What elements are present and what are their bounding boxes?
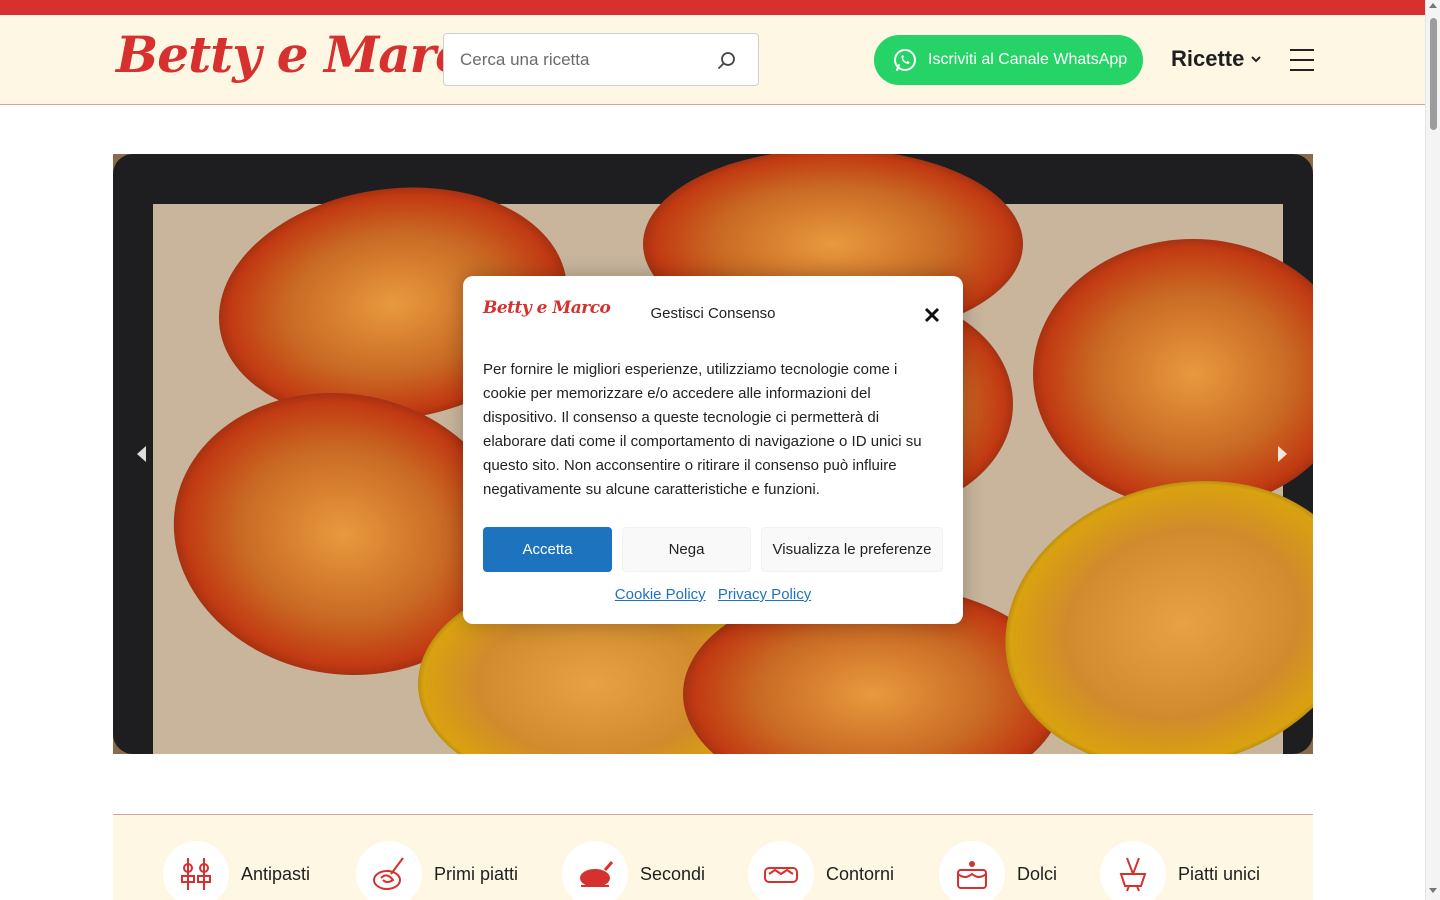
category-label: Dolci (1017, 863, 1058, 884)
roast-chicken-icon (562, 841, 628, 900)
category-piatti-unici[interactable]: Piatti unici (1100, 841, 1260, 900)
site-logo[interactable]: Betty e Marco (116, 25, 498, 84)
cookie-consent-dialog: Betty e Marco Gestisci Consenso Per forn… (463, 276, 963, 624)
consent-policy-links: Cookie Policy Privacy Policy (463, 586, 963, 603)
category-label: Piatti unici (1178, 863, 1261, 884)
whatsapp-button-label: Iscriviti al Canale WhatsApp (928, 51, 1128, 68)
whatsapp-icon (894, 49, 916, 71)
category-label: Antipasti (241, 863, 311, 884)
slider-next-arrow[interactable] (1278, 446, 1287, 462)
scrollbar-thumb[interactable] (1430, 18, 1437, 130)
consent-body-text: Per fornire le migliori esperienze, util… (483, 361, 922, 498)
search-input[interactable] (460, 48, 710, 72)
category-label: Primi piatti (434, 863, 519, 884)
view-preferences-button[interactable]: Visualizza le preferenze (761, 527, 943, 572)
deny-button[interactable]: Nega (622, 527, 751, 572)
top-accent-strip (0, 0, 1425, 15)
consent-title: Gestisci Consenso (650, 305, 776, 322)
close-icon[interactable] (923, 306, 941, 324)
skewers-icon (163, 841, 229, 900)
privacy-policy-link[interactable]: Privacy Policy (718, 586, 811, 603)
site-header: Betty e Marco Iscriviti al Canale WhatsA… (0, 15, 1425, 105)
search-icon[interactable] (716, 50, 738, 72)
scroll-down-arrow-icon[interactable] (1429, 888, 1437, 893)
recipes-menu-label: Ricette (1171, 46, 1245, 71)
category-dolci[interactable]: Dolci (939, 841, 1057, 900)
pasta-icon (356, 841, 422, 900)
cookie-policy-link[interactable]: Cookie Policy (615, 586, 706, 603)
page-scrollbar[interactable] (1425, 0, 1440, 900)
category-secondi[interactable]: Secondi (562, 841, 705, 900)
recipes-menu[interactable]: Ricette (1171, 46, 1262, 72)
category-contorni[interactable]: Contorni (748, 841, 894, 900)
fondue-icon (1100, 841, 1166, 900)
category-label: Contorni (826, 863, 895, 884)
category-bar: Antipasti Primi piatti Secondi Contorni … (113, 814, 1313, 900)
scroll-up-arrow-icon[interactable] (1429, 3, 1437, 8)
search-box (443, 33, 759, 86)
slider-prev-arrow[interactable] (137, 446, 146, 462)
category-primi-piatti[interactable]: Primi piatti (356, 841, 518, 900)
category-label: Secondi (640, 863, 706, 884)
whatsapp-channel-button[interactable]: Iscriviti al Canale WhatsApp (874, 35, 1143, 85)
cake-icon (939, 841, 1005, 900)
accept-button[interactable]: Accetta (483, 527, 612, 572)
vegetables-dish-icon (748, 841, 814, 900)
chevron-down-icon (1251, 56, 1262, 63)
category-antipasti[interactable]: Antipasti (163, 841, 310, 900)
hamburger-menu-icon[interactable] (1290, 48, 1314, 72)
